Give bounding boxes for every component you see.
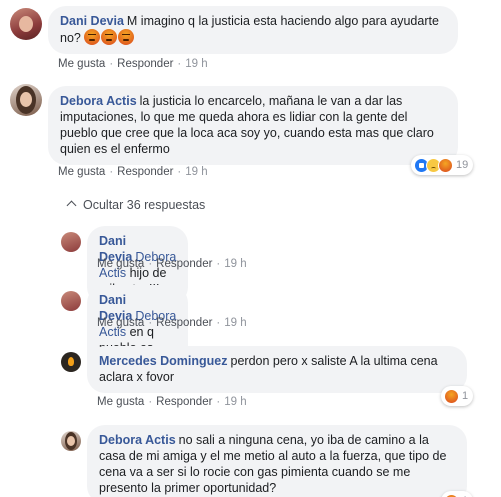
angry-emoji bbox=[84, 29, 101, 45]
angry-reaction-icon bbox=[444, 493, 459, 497]
like-link[interactable]: Me gusta bbox=[97, 396, 144, 408]
avatar[interactable] bbox=[61, 352, 81, 372]
angry-reaction-icon bbox=[438, 157, 453, 173]
hide-replies-label: Ocultar 36 respuestas bbox=[83, 198, 206, 212]
angry-reaction-icon bbox=[444, 388, 459, 404]
reply-link[interactable]: Responder bbox=[117, 166, 173, 178]
reply-bubble: Debora Actis no sali a ninguna cena, yo i… bbox=[87, 425, 467, 497]
hide-replies-button[interactable]: Ocultar 36 respuestas bbox=[66, 198, 206, 212]
avatar[interactable] bbox=[61, 232, 81, 252]
reply-link[interactable]: Responder bbox=[117, 58, 173, 70]
timestamp[interactable]: 19 h bbox=[224, 396, 246, 408]
reaction-summary[interactable]: 1 bbox=[441, 386, 474, 406]
reaction-summary[interactable]: 1 bbox=[441, 491, 474, 497]
like-link[interactable]: Me gusta bbox=[58, 166, 105, 178]
avatar[interactable] bbox=[10, 84, 42, 116]
like-link[interactable]: Me gusta bbox=[97, 317, 144, 329]
reply-actions: Me gusta · Responder · 19 h bbox=[97, 258, 247, 270]
reply-link[interactable]: Responder bbox=[156, 258, 212, 270]
like-link[interactable]: Me gusta bbox=[58, 58, 105, 70]
timestamp[interactable]: 19 h bbox=[185, 166, 207, 178]
timestamp[interactable]: 19 h bbox=[224, 258, 246, 270]
reply-actions: Me gusta · Responder · 19 h bbox=[97, 317, 247, 329]
reply-link[interactable]: Responder bbox=[156, 396, 212, 408]
reply-author[interactable]: Mercedes Dominguez bbox=[99, 354, 228, 368]
comment-author[interactable]: Debora Actis bbox=[60, 94, 137, 108]
reply-link[interactable]: Responder bbox=[156, 317, 212, 329]
comment-actions: Me gusta · Responder · 19 h bbox=[58, 166, 208, 178]
avatar[interactable] bbox=[61, 291, 81, 311]
angry-emoji bbox=[101, 29, 118, 45]
reply-bubble: Mercedes Dominguez perdon pero x saliste … bbox=[87, 346, 467, 393]
reaction-count: 19 bbox=[456, 159, 469, 171]
reaction-summary[interactable]: 19 bbox=[411, 155, 474, 175]
avatar[interactable] bbox=[61, 431, 81, 451]
reply-actions: Me gusta · Responder · 19 h bbox=[97, 396, 247, 408]
comment-author[interactable]: Dani Devia bbox=[60, 14, 124, 28]
comment-bubble: Dani Devia M imagino q la justicia esta h… bbox=[48, 6, 458, 54]
chevron-up-icon bbox=[66, 200, 77, 211]
like-link[interactable]: Me gusta bbox=[97, 258, 144, 270]
angry-emoji bbox=[118, 29, 135, 45]
timestamp[interactable]: 19 h bbox=[185, 58, 207, 70]
avatar[interactable] bbox=[10, 8, 42, 40]
reaction-count: 1 bbox=[462, 390, 469, 402]
comment-bubble: Debora Actis la justicia lo encarcelo, ma… bbox=[48, 86, 458, 165]
timestamp[interactable]: 19 h bbox=[224, 317, 246, 329]
comment-actions: Me gusta · Responder · 19 h bbox=[58, 58, 208, 70]
reply-author[interactable]: Debora Actis bbox=[99, 433, 176, 447]
